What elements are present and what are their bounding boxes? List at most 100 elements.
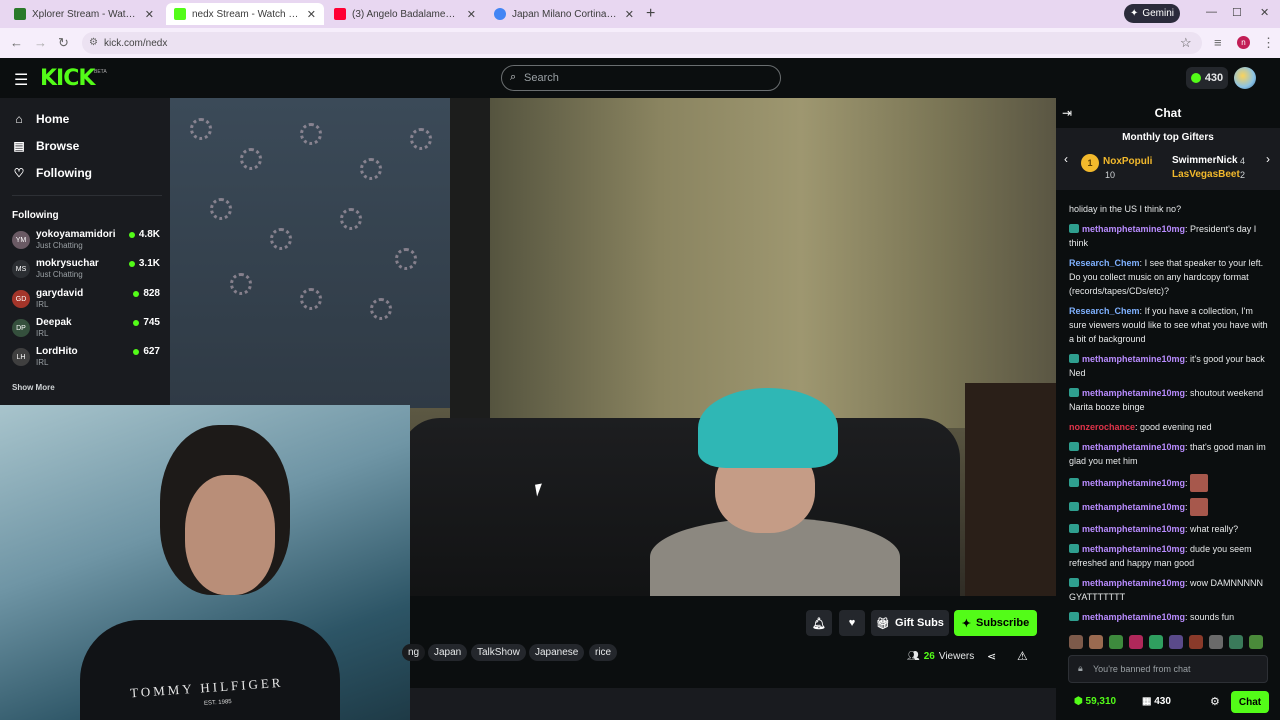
subscriber-badge-icon — [1069, 442, 1079, 451]
report-warning-icon[interactable]: ⚠ — [1017, 649, 1028, 663]
chat-message: methamphetamine10mg: shoutout weekend Na… — [1069, 388, 1264, 412]
chat-username[interactable]: methamphetamine10mg — [1082, 224, 1185, 234]
gifter-name[interactable]: NoxPopuli — [1103, 156, 1152, 167]
browser-tab[interactable]: Xplorer Stream - Watch Live ✕ — [6, 3, 162, 25]
profile-avatar[interactable]: n — [1237, 36, 1250, 49]
subscribe-button[interactable]: ✦ Subscribe — [954, 610, 1037, 636]
tab-favicon-icon — [494, 8, 506, 20]
browser-tab[interactable]: Japan Milano Cortina 2026 - Google ✕ — [486, 3, 642, 25]
subs-total[interactable]: ▦ 430 — [1142, 696, 1171, 707]
minimize-icon[interactable]: — — [1206, 6, 1217, 18]
chat-username[interactable]: methamphetamine10mg — [1082, 478, 1185, 488]
chat-send-button[interactable]: Chat — [1231, 691, 1269, 713]
chat-username[interactable]: methamphetamine10mg — [1082, 502, 1185, 512]
notification-bell-button[interactable]: 🔔︎ — [806, 610, 832, 636]
emote-icon[interactable] — [1069, 635, 1083, 649]
sidebar-item-browse[interactable]: ▤ Browse — [12, 139, 79, 153]
followed-channel[interactable]: YM yokoyamamidori Just Chatting 4.8K — [12, 229, 162, 255]
kicks-total[interactable]: ⬢ 59,310 — [1074, 696, 1116, 707]
user-avatar[interactable] — [1234, 67, 1256, 89]
kick-logo[interactable]: KICK — [40, 66, 95, 91]
beta-badge: BETA — [94, 69, 107, 75]
share-icon[interactable]: ⋖ — [987, 650, 996, 663]
emote-icon[interactable] — [1129, 635, 1143, 649]
kicks-coin-icon — [1190, 73, 1201, 83]
followed-channel[interactable]: DP Deepak IRL 745 — [12, 317, 162, 343]
chat-username[interactable]: Research_Chem — [1069, 306, 1140, 316]
gemini-button[interactable]: ✦ Gemini — [1124, 4, 1180, 23]
chat-username[interactable]: methamphetamine10mg — [1082, 544, 1185, 554]
tab-close-icon[interactable]: ✕ — [307, 8, 316, 21]
stream-tag[interactable]: rice — [589, 644, 618, 661]
new-tab-icon[interactable]: + — [646, 5, 655, 23]
browser-tab[interactable]: (3) Angelo Badalamenti (Twin Peaks) ✕ — [326, 3, 484, 25]
chat-username[interactable]: Research_Chem — [1069, 258, 1140, 268]
chat-message-list[interactable]: holiday in the US I think no? methampheta… — [1056, 202, 1280, 626]
channel-avatar: DP — [12, 319, 30, 337]
media-controls-icon[interactable]: ≡ — [1214, 35, 1222, 50]
heart-icon: ♥ — [848, 617, 856, 629]
bookmark-star-icon[interactable]: ☆ — [1180, 35, 1192, 51]
sidebar-item-home[interactable]: ⌂ Home — [12, 112, 69, 126]
hamburger-menu-icon[interactable]: ☰ — [14, 70, 28, 90]
search-input[interactable]: ⌕ Search — [501, 65, 781, 91]
gifter-name[interactable]: LasVegasBeet — [1172, 169, 1240, 180]
site-info-icon[interactable]: ⚙ — [89, 37, 98, 48]
stream-tag[interactable]: Japan — [428, 644, 468, 661]
channel-category: IRL — [36, 358, 49, 367]
viewer-count-value: 26 — [923, 651, 935, 662]
chevron-left-icon[interactable]: ‹ — [1064, 152, 1068, 166]
emote-icon[interactable] — [1249, 635, 1263, 649]
gift-subs-button[interactable]: 🎁︎ Gift Subs — [871, 610, 949, 636]
chat-username[interactable]: methamphetamine10mg — [1082, 612, 1185, 622]
emote-bar — [1069, 635, 1269, 649]
menu-dots-icon[interactable]: ⋮ — [1262, 35, 1275, 51]
chat-message-text: what really? — [1190, 524, 1239, 534]
url-input[interactable]: ⚙ kick.com/nedx — [82, 32, 1202, 54]
live-dot-icon — [128, 260, 135, 267]
emote-icon[interactable] — [1209, 635, 1223, 649]
followed-channel[interactable]: LH LordHito IRL 627 — [12, 346, 162, 372]
emote-icon[interactable] — [1109, 635, 1123, 649]
forward-icon[interactable]: → — [34, 35, 47, 50]
chat-username[interactable]: nonzerochance — [1069, 422, 1135, 432]
browser-tab-active[interactable]: nedx Stream - Watch Live on Kick ✕ — [166, 3, 324, 25]
emote-icon[interactable] — [1169, 635, 1183, 649]
live-dot-icon — [133, 319, 140, 326]
sidebar: ⌂ Home ▤ Browse ♡ Following Following YM… — [0, 98, 170, 408]
emote-icon[interactable] — [1089, 635, 1103, 649]
stream-tag[interactable]: Japanese — [529, 644, 585, 661]
tab-close-icon[interactable]: ✕ — [467, 8, 476, 21]
chat-username[interactable]: methamphetamine10mg — [1082, 524, 1185, 534]
chat-message: methamphetamine10mg: dude you seem refre… — [1069, 544, 1252, 568]
emote-icon[interactable] — [1149, 635, 1163, 649]
kicks-balance-button[interactable]: 430 — [1186, 67, 1228, 89]
followed-channel[interactable]: GD garydavid IRL 828 — [12, 288, 162, 314]
followed-channel[interactable]: MS mokrysuchar Just Chatting 3.1K — [12, 258, 162, 284]
tab-close-icon[interactable]: ✕ — [625, 8, 634, 21]
chat-username[interactable]: methamphetamine10mg — [1082, 442, 1185, 452]
video-scene-curtain-left — [170, 98, 456, 408]
tab-close-icon[interactable]: ✕ — [145, 8, 154, 21]
stream-tag[interactable]: TalkShow — [471, 644, 526, 661]
chevron-right-icon[interactable]: › — [1266, 152, 1270, 166]
chat-header: ⇥ Chat — [1056, 98, 1280, 128]
follow-heart-button[interactable]: ♥ — [839, 610, 865, 636]
emote-icon[interactable] — [1189, 635, 1203, 649]
close-window-icon[interactable]: ✕ — [1260, 6, 1269, 19]
reload-icon[interactable]: ↻ — [58, 35, 69, 51]
sidebar-item-following[interactable]: ♡ Following — [12, 166, 92, 180]
viewer-count: 828 — [133, 288, 160, 299]
chat-username[interactable]: methamphetamine10mg — [1082, 578, 1185, 588]
tab-favicon-icon — [334, 8, 346, 20]
stream-tag[interactable]: ng — [402, 644, 426, 661]
show-more-link[interactable]: Show More — [12, 383, 55, 392]
chat-settings-gear-icon[interactable]: ⚙ — [1210, 695, 1220, 708]
chat-username[interactable]: methamphetamine10mg — [1082, 388, 1185, 398]
chat-username[interactable]: methamphetamine10mg — [1082, 354, 1185, 364]
viewer-count-value: 4.8K — [138, 229, 160, 240]
back-icon[interactable]: ← — [10, 35, 23, 50]
maximize-icon[interactable]: ☐ — [1232, 6, 1242, 19]
emote-icon[interactable] — [1229, 635, 1243, 649]
gifter-name[interactable]: SwimmerNick — [1172, 155, 1238, 166]
